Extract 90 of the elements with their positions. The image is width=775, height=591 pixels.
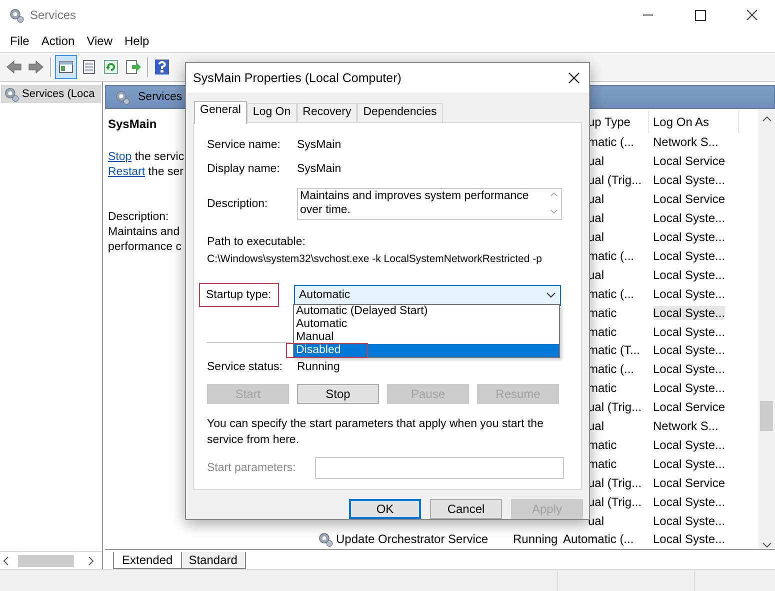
export-icon <box>125 59 141 75</box>
action-text: Restart the ser <box>108 165 184 180</box>
window-title: Services <box>30 8 76 22</box>
input-field[interactable] <box>315 457 564 479</box>
log-on-cell: Local Syste... <box>653 173 726 188</box>
menu-item[interactable]: File <box>4 34 36 48</box>
dropdown-option[interactable]: Manual <box>294 330 559 344</box>
log-on-cell: Network S... <box>653 419 718 434</box>
log-on-cell: Local Syste... <box>653 286 726 301</box>
gear-icon <box>317 531 333 548</box>
log-on-cell: Local Service <box>653 154 726 168</box>
tab[interactable]: General <box>194 101 247 124</box>
log-on-cell: Local Syste... <box>653 324 726 339</box>
tree-item[interactable]: Services (Loca <box>1 85 101 103</box>
pane-title: Services <box>138 91 182 103</box>
dropdown-option[interactable]: Automatic <box>294 318 559 330</box>
startup-type-dropdown[interactable]: Automatic <box>294 284 561 306</box>
vertical-scrollbar[interactable] <box>758 109 775 549</box>
scroll-up-icon[interactable] <box>762 115 772 123</box>
log-on-cell: Local Syste... <box>653 268 726 282</box>
field-label: Path to executable: <box>207 235 306 250</box>
tab[interactable]: Log On <box>246 103 297 123</box>
tab[interactable]: Recovery <box>296 103 358 123</box>
log-on-cell: Local Syste... <box>653 248 726 263</box>
dialog-title: SysMain Properties (Local Computer) <box>193 71 402 85</box>
chevron-down-icon <box>546 292 556 298</box>
action-link[interactable]: Stop <box>108 151 132 163</box>
gear-icon <box>8 7 24 23</box>
tab[interactable]: Dependencies <box>357 103 443 123</box>
description-label: Description: <box>108 210 169 225</box>
field-label: Display name: <box>207 163 281 175</box>
menu-item[interactable]: Action <box>35 34 81 48</box>
field-label: Service status: <box>207 361 284 373</box>
menu-item[interactable]: View <box>80 34 118 48</box>
dropdown-option[interactable]: Automatic (Delayed Start) <box>294 304 559 318</box>
field-label: Service name: <box>207 139 282 151</box>
log-on-cell: Local Syste... <box>653 381 726 396</box>
dialog-button[interactable]: OK <box>349 499 421 519</box>
view-tab[interactable]: Extended <box>113 552 182 569</box>
log-on-cell: Local Syste... <box>653 532 726 546</box>
action-link[interactable]: Restart <box>108 166 146 178</box>
description-box[interactable]: Maintains and improves system performance over time. <box>297 188 562 220</box>
console-tree-button[interactable] <box>55 55 77 79</box>
close-icon[interactable] <box>568 72 580 84</box>
path-value: C:\Windows\system32\svchost.exe -k LocalSystemNetworkRestricted -p <box>207 252 542 267</box>
description-text: Maintains and performance c <box>108 225 182 255</box>
startup-type-cell: Automatic (... <box>563 532 634 546</box>
service-name-cell: Update Orchestrator Service <box>336 532 488 546</box>
back-arrow-icon <box>6 59 22 75</box>
log-on-cell: Local Syste... <box>653 362 726 376</box>
log-on-cell: Local Syste... <box>653 456 726 471</box>
gear-icon <box>3 86 19 102</box>
log-on-cell: Local Syste... <box>653 343 726 358</box>
dropdown-option[interactable]: Disabled <box>294 344 559 356</box>
field-label: Start parameters: <box>207 462 297 474</box>
refresh-icon <box>103 59 119 75</box>
field-label: Description: <box>207 198 269 210</box>
status-cell-text: Running <box>512 532 559 546</box>
close-icon[interactable] <box>744 9 760 21</box>
startup-type-cell: ual <box>588 514 604 528</box>
scroll-thumb[interactable] <box>760 401 773 431</box>
menu-item[interactable]: Help <box>118 34 156 48</box>
log-on-cell: Local Syste... <box>653 438 726 452</box>
scroll-down-icon[interactable] <box>762 541 772 549</box>
field-value: SysMain <box>297 163 342 175</box>
log-on-cell: Local Service <box>653 476 726 490</box>
view-tab[interactable]: Standard <box>180 552 246 569</box>
properties-icon <box>81 59 97 75</box>
log-on-cell: Local Syste... <box>653 514 726 528</box>
log-on-cell: Local Syste... <box>653 494 726 509</box>
log-on-cell: Local Service <box>653 192 726 206</box>
hint-text: You can specify the start parameters that apply when you start the service from here. <box>207 417 544 448</box>
console-tree-icon <box>58 59 74 75</box>
help-icon <box>154 59 170 75</box>
log-on-cell: Local Syste... <box>653 230 726 244</box>
log-on-cell: Local Syste... <box>653 211 726 226</box>
dialog-button[interactable]: Cancel <box>430 499 502 519</box>
service-name: SysMain <box>108 117 157 132</box>
gear-icon <box>114 89 130 105</box>
field-value: SysMain <box>297 139 342 151</box>
field-label: Startup type: <box>200 284 278 306</box>
action-text: Stop the servic <box>108 150 184 165</box>
maximize-icon[interactable] <box>692 9 708 21</box>
log-on-cell: Local Service <box>653 400 726 414</box>
forward-arrow-icon <box>28 59 44 75</box>
service-button[interactable]: Stop <box>297 384 379 404</box>
log-on-cell: Network S... <box>653 135 718 150</box>
log-on-cell: Local Syste... <box>653 306 726 320</box>
status-value: Running <box>297 361 340 373</box>
column-header[interactable]: Log On As <box>653 115 710 129</box>
